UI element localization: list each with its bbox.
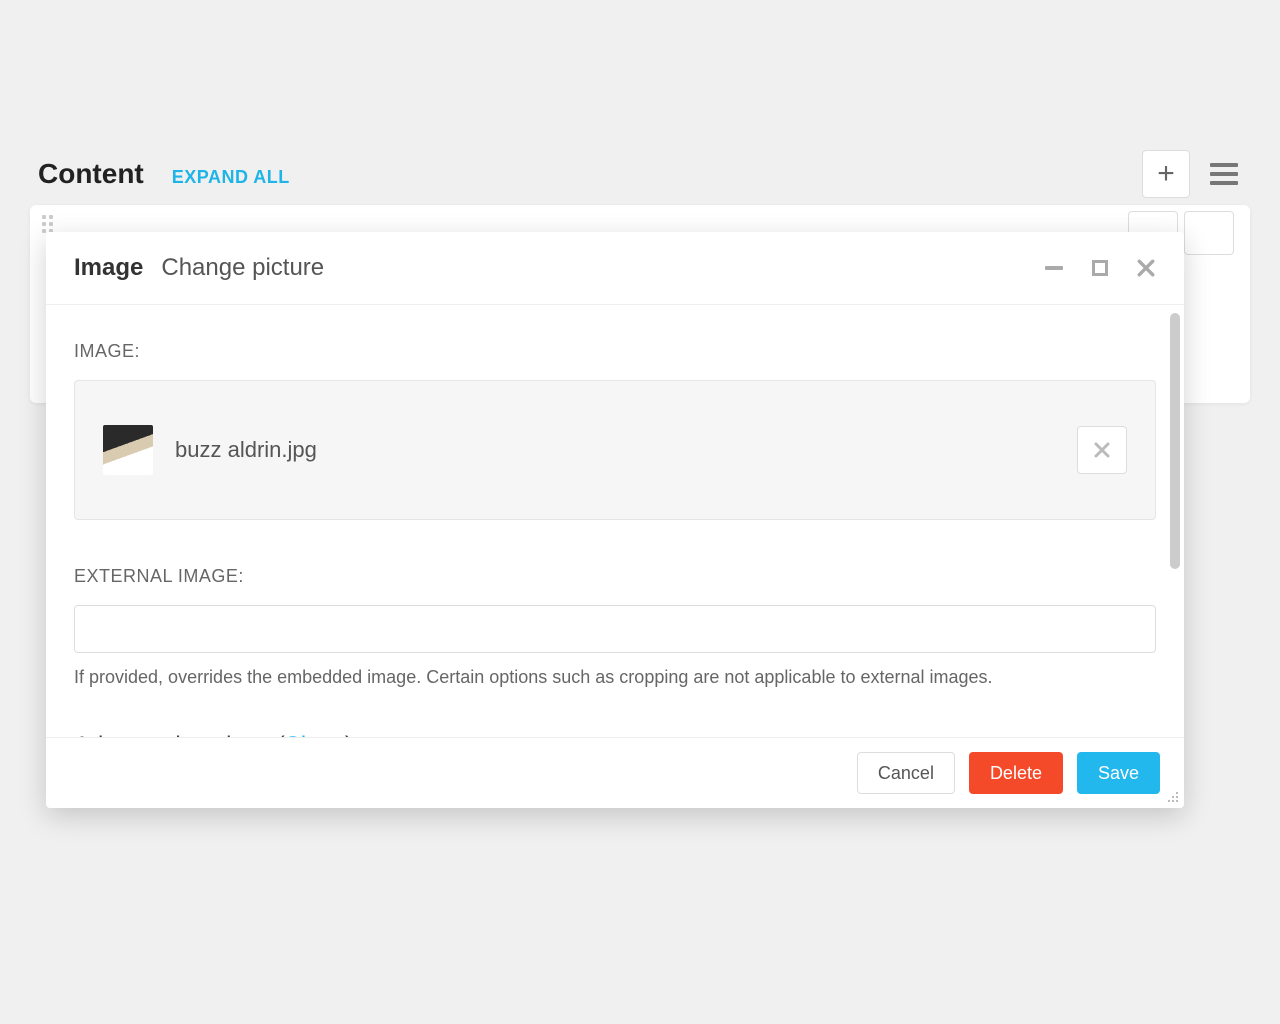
external-image-label: EXTERNAL IMAGE: — [74, 566, 1156, 587]
image-thumbnail[interactable] — [103, 425, 153, 475]
close-button[interactable] — [1136, 258, 1156, 278]
close-icon — [1137, 259, 1155, 277]
plus-icon: + — [1157, 159, 1175, 189]
image-modal: Image Change picture IMAGE: buzz aldrin.… — [46, 232, 1184, 808]
scrollbar[interactable] — [1170, 313, 1180, 729]
drag-handle-icon — [42, 215, 53, 233]
image-upload-box: buzz aldrin.jpg — [74, 380, 1156, 520]
modal-title: Image — [74, 254, 143, 282]
image-field-label: IMAGE: — [74, 341, 1156, 362]
hamburger-icon — [1210, 163, 1238, 167]
maximize-icon — [1092, 260, 1108, 276]
modal-body: IMAGE: buzz aldrin.jpg EXTERNAL IMAGE: I… — [46, 305, 1184, 737]
external-image-input[interactable] — [74, 605, 1156, 653]
modal-footer: Cancel Delete Save — [46, 737, 1184, 808]
minimize-button[interactable] — [1044, 258, 1064, 278]
remove-icon — [1094, 442, 1110, 458]
menu-button[interactable] — [1206, 159, 1242, 189]
content-heading: Content — [38, 158, 144, 190]
image-filename: buzz aldrin.jpg — [175, 437, 317, 463]
expand-all-link[interactable]: EXPAND ALL — [172, 167, 290, 188]
add-button[interactable]: + — [1142, 150, 1190, 198]
scrollbar-thumb[interactable] — [1170, 313, 1180, 569]
resize-handle-icon[interactable] — [1164, 788, 1178, 802]
external-image-help: If provided, overrides the embedded imag… — [74, 667, 1156, 688]
delete-button[interactable]: Delete — [969, 752, 1063, 794]
modal-header: Image Change picture — [46, 232, 1184, 305]
minimize-icon — [1045, 266, 1063, 270]
remove-image-button[interactable] — [1077, 426, 1127, 474]
modal-subtitle: Change picture — [161, 254, 324, 282]
card-action-2[interactable] — [1184, 211, 1234, 255]
save-button[interactable]: Save — [1077, 752, 1160, 794]
maximize-button[interactable] — [1090, 258, 1110, 278]
cancel-button[interactable]: Cancel — [857, 752, 955, 794]
